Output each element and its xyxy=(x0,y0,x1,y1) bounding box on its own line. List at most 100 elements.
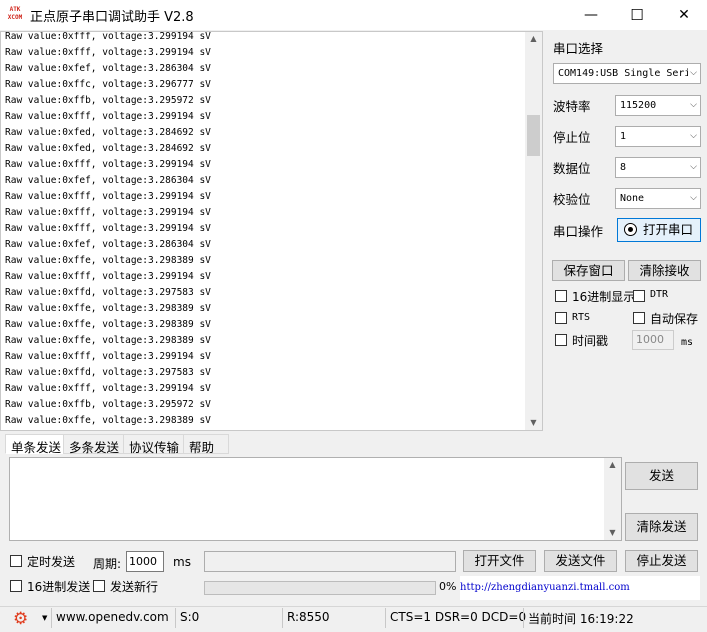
open-file-button[interactable]: 打开文件 xyxy=(463,550,536,572)
port-select-value: COM149:USB Single Serial xyxy=(558,68,688,79)
parity-label: 校验位 xyxy=(553,192,591,207)
receive-line: Raw value:0xffe, voltage:3.298389 sV xyxy=(5,255,211,266)
period-unit: ms xyxy=(173,555,191,569)
hex-send-checkbox[interactable] xyxy=(10,580,22,592)
port-op-label: 串口操作 xyxy=(553,224,604,239)
gear-icon[interactable]: ⚙ xyxy=(13,611,28,628)
chevron-down-icon: ⌵ xyxy=(690,68,697,78)
save-window-button[interactable]: 保存窗口 xyxy=(552,260,625,281)
dtr-checkbox[interactable] xyxy=(633,290,645,302)
receive-line: Raw value:0xffe, voltage:3.298389 sV xyxy=(5,303,211,314)
port-select[interactable]: COM149:USB Single Serial ⌵ xyxy=(553,63,701,84)
receive-line: Raw value:0xffb, voltage:3.295972 sV xyxy=(5,399,211,410)
databits-label: 数据位 xyxy=(553,161,591,176)
sent-count: S:0 xyxy=(180,610,200,624)
receive-line: Raw value:0xfed, voltage:3.284692 sV xyxy=(5,127,211,138)
chevron-down-icon: ⌵ xyxy=(690,100,697,110)
databits-select[interactable]: 8 ⌵ xyxy=(615,157,701,178)
scroll-down-icon[interactable]: ▼ xyxy=(525,416,542,430)
tmall-link[interactable]: http://zhengdianyuanzi.tmall.com xyxy=(460,582,630,593)
tab-multi-send[interactable]: 多条发送 xyxy=(63,434,125,455)
close-icon: ✕ xyxy=(678,7,690,23)
auto-save-label: 自动保存 xyxy=(650,312,699,326)
send-newline-checkbox[interactable] xyxy=(93,580,105,592)
tab-protocol[interactable]: 协议传输 xyxy=(123,434,185,455)
baud-select[interactable]: 115200 ⌵ xyxy=(615,95,701,116)
receive-line: Raw value:0xfff, voltage:3.299194 sV xyxy=(5,271,211,282)
chevron-down-icon: ⌵ xyxy=(690,131,697,141)
hex-display-label: 16进制显示 xyxy=(572,290,636,304)
receive-line: Raw value:0xfff, voltage:3.299194 sV xyxy=(5,47,211,58)
minimize-icon: — xyxy=(584,7,598,23)
receive-line: Raw value:0xfff, voltage:3.299194 sV xyxy=(5,191,211,202)
dtr-label: DTR xyxy=(650,289,669,300)
link-box: http://zhengdianyuanzi.tmall.com xyxy=(460,576,700,600)
minimize-button[interactable]: — xyxy=(568,0,614,30)
receive-line: Raw value:0xffe, voltage:3.298389 sV xyxy=(5,335,211,346)
tab-help[interactable]: 帮助 xyxy=(183,434,229,455)
receive-line: Raw value:0xfff, voltage:3.299194 sV xyxy=(5,31,211,42)
parity-select[interactable]: None ⌵ xyxy=(615,188,701,209)
scroll-thumb[interactable] xyxy=(527,115,540,156)
timestamp-input[interactable]: 1000 xyxy=(632,330,674,350)
timestamp-unit: ms xyxy=(681,337,694,348)
receive-line: Raw value:0xffd, voltage:3.297583 sV xyxy=(5,367,211,378)
file-path-field[interactable] xyxy=(204,551,456,572)
period-label: 周期: xyxy=(93,557,122,571)
receive-line: Raw value:0xfff, voltage:3.299194 sV xyxy=(5,383,211,394)
progress-text: 0% xyxy=(439,580,457,593)
auto-save-checkbox[interactable] xyxy=(633,312,645,324)
scroll-up-icon[interactable]: ▲ xyxy=(604,458,621,472)
clear-send-button[interactable]: 清除发送 xyxy=(625,513,698,541)
receive-line: Raw value:0xffe, voltage:3.298389 sV xyxy=(5,415,211,426)
receive-line: Raw value:0xfef, voltage:3.286304 sV xyxy=(5,175,211,186)
close-button[interactable]: ✕ xyxy=(661,0,707,30)
received-count: R:8550 xyxy=(287,610,330,624)
stopbits-value: 1 xyxy=(620,131,627,142)
receive-line: Raw value:0xfef, voltage:3.286304 sV xyxy=(5,239,211,250)
dropdown-arrow-icon[interactable]: ▼ xyxy=(42,614,47,622)
tab-single-send[interactable]: 单条发送 xyxy=(5,434,67,455)
receive-textarea[interactable]: Raw value:0xfff, voltage:3.299194 sV Raw … xyxy=(0,31,543,431)
window-title: 正点原子串口调试助手 V2.8 xyxy=(30,10,194,25)
maximize-icon: ☐ xyxy=(630,6,644,24)
receive-line: Raw value:0xffd, voltage:3.297583 sV xyxy=(5,287,211,298)
receive-line: Raw value:0xffb, voltage:3.295972 sV xyxy=(5,95,211,106)
maximize-button[interactable]: ☐ xyxy=(614,0,660,30)
receive-scrollbar[interactable]: ▲ ▼ xyxy=(525,32,542,430)
timed-send-checkbox[interactable] xyxy=(10,555,22,567)
scroll-down-icon[interactable]: ▼ xyxy=(604,526,621,540)
send-newline-label: 发送新行 xyxy=(110,580,159,594)
send-textarea[interactable]: ▲ ▼ xyxy=(9,457,622,541)
hex-send-label: 16进制发送 xyxy=(27,580,91,594)
title-bar: ATK XCOM 正点原子串口调试助手 V2.8 — ☐ ✕ xyxy=(0,0,707,30)
stopbits-label: 停止位 xyxy=(553,130,591,145)
baud-value: 115200 xyxy=(620,100,657,111)
app-logo: ATK XCOM xyxy=(7,6,23,21)
timestamp-label: 时间戳 xyxy=(572,334,609,348)
clear-receive-button[interactable]: 清除接收 xyxy=(628,260,701,281)
period-input[interactable]: 1000 xyxy=(126,551,164,572)
timestamp-checkbox[interactable] xyxy=(555,334,567,346)
receive-line: Raw value:0xfff, voltage:3.299194 sV xyxy=(5,159,211,170)
hex-display-checkbox[interactable] xyxy=(555,290,567,302)
send-button[interactable]: 发送 xyxy=(625,462,698,490)
receive-line: Raw value:0xfff, voltage:3.299194 sV xyxy=(5,207,211,218)
port-select-label: 串口选择 xyxy=(553,41,604,56)
open-port-button[interactable]: 打开串口 xyxy=(617,218,701,242)
stopbits-select[interactable]: 1 ⌵ xyxy=(615,126,701,147)
receive-line: Raw value:0xfed, voltage:3.284692 sV xyxy=(5,143,211,154)
rts-checkbox[interactable] xyxy=(555,312,567,324)
timed-send-label: 定时发送 xyxy=(27,555,76,569)
send-file-button[interactable]: 发送文件 xyxy=(544,550,617,572)
receive-line: Raw value:0xfff, voltage:3.299194 sV xyxy=(5,111,211,122)
scroll-up-icon[interactable]: ▲ xyxy=(525,32,542,46)
line-status: CTS=1 DSR=0 DCD=0 xyxy=(390,610,527,624)
receive-line: Raw value:0xfff, voltage:3.299194 sV xyxy=(5,223,211,234)
receive-line: Raw value:0xffe, voltage:3.298389 sV xyxy=(5,319,211,330)
send-scrollbar[interactable]: ▲ ▼ xyxy=(604,458,621,540)
website-link[interactable]: www.openedv.com xyxy=(56,610,169,624)
receive-line: Raw value:0xfef, voltage:3.286304 sV xyxy=(5,63,211,74)
rts-label: RTS xyxy=(572,312,591,323)
stop-send-button[interactable]: 停止发送 xyxy=(625,550,698,572)
